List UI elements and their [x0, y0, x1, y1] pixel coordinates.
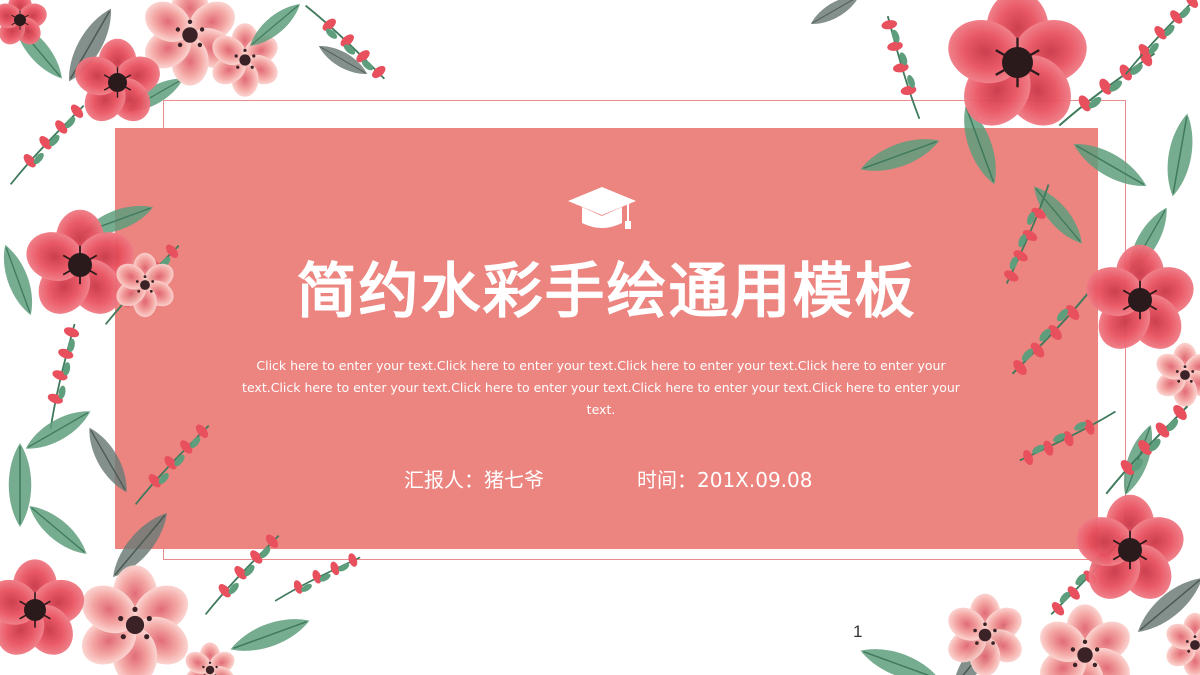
slide-title[interactable]: 简约水彩手绘通用模板 [115, 252, 1098, 332]
graduation-cap-icon [568, 187, 636, 229]
page-number: 1 [853, 622, 863, 641]
flowers-bottom-right [855, 493, 1200, 675]
flowers-right [977, 179, 1200, 500]
watercolor-flower-decoration [0, 0, 1200, 675]
flowers-left [0, 196, 212, 528]
date-text[interactable]: 时间：201X.09.08 [637, 466, 813, 494]
flowers-top-right [806, 0, 1200, 200]
slide: 简约水彩手绘通用模板 Click here to enter your text… [0, 0, 1200, 675]
reporter-text[interactable]: 汇报人：猪七爷 [404, 466, 544, 494]
flowers-bottom-left [0, 497, 364, 675]
slide-subtitle[interactable]: Click here to enter your text.Click here… [236, 355, 966, 421]
flowers-top-left [0, 0, 389, 186]
